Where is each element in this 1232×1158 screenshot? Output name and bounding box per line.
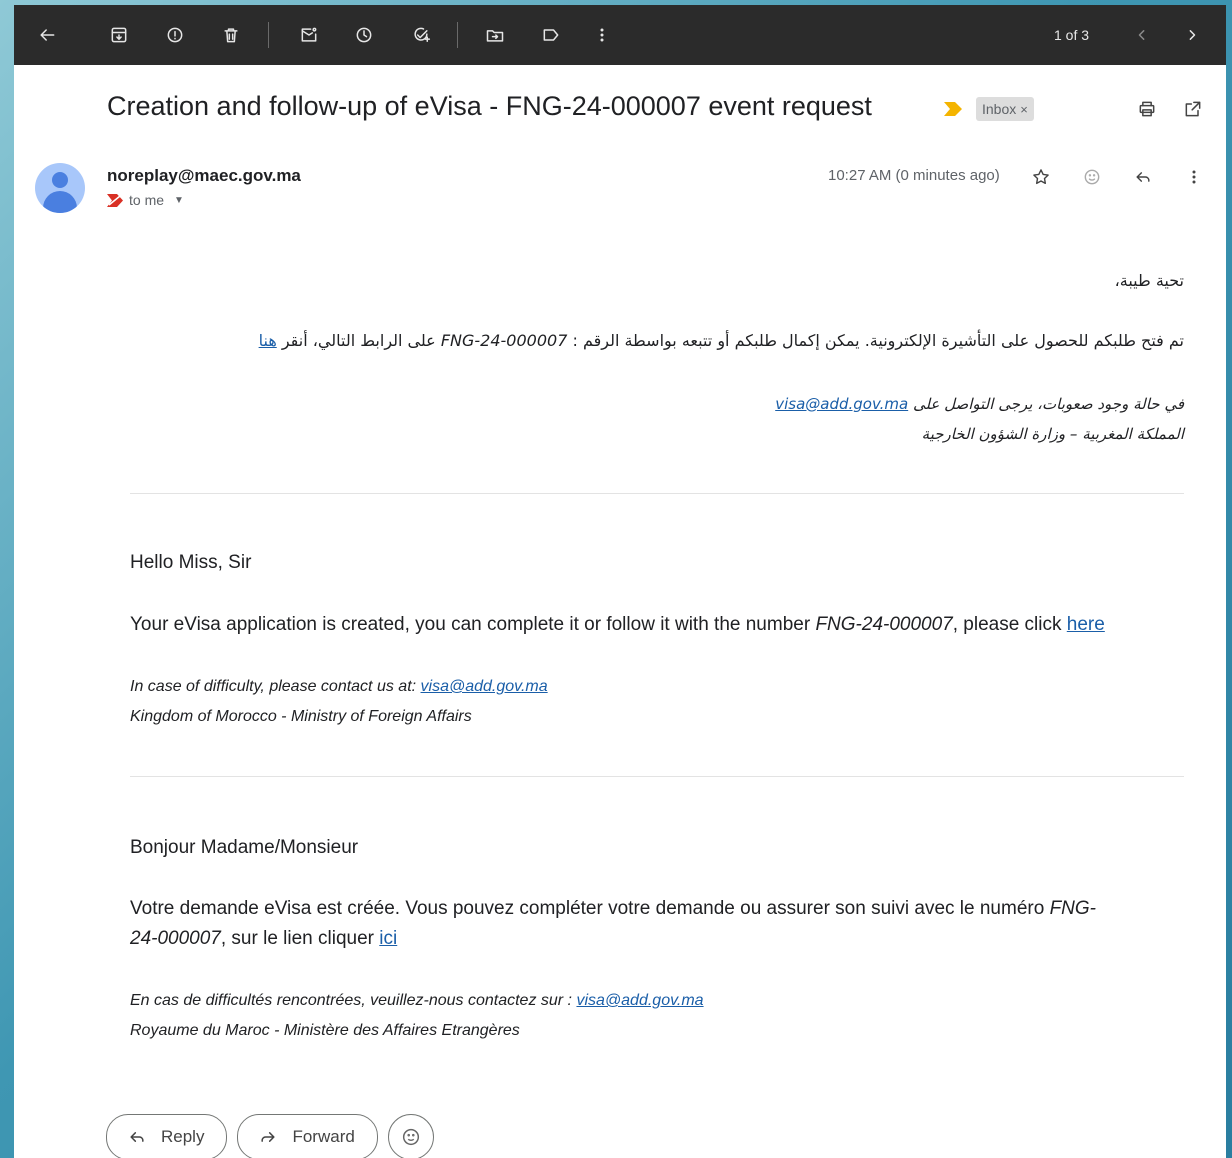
english-body: Your eVisa application is created, you c…: [130, 614, 1105, 636]
reply-icon: [130, 1132, 144, 1142]
reply-button[interactable]: Reply: [106, 1114, 228, 1158]
french-here-link[interactable]: ici: [379, 928, 397, 949]
application-number: FNG-24-000007: [440, 331, 568, 350]
forward-button-label: Forward: [292, 1127, 355, 1146]
arabic-body-text: على الرابط التالي، أنقر: [276, 331, 441, 350]
move-to-icon[interactable]: [475, 5, 515, 65]
more-vert-icon[interactable]: [582, 5, 622, 65]
contact-email-link[interactable]: visa@add.gov.ma: [421, 678, 548, 695]
application-number: FNG-24-000007: [815, 614, 953, 635]
french-body-line1: Votre demande eVisa est créée. Vous pouv…: [130, 898, 1096, 920]
open-new-window-icon[interactable]: [1180, 96, 1206, 122]
english-signature: Kingdom of Morocco - Ministry of Foreign…: [130, 708, 472, 725]
application-number: 24-000007: [130, 928, 221, 949]
forward-icon: [261, 1132, 276, 1142]
english-here-link[interactable]: here: [1067, 614, 1105, 635]
contact-email-link[interactable]: visa@add.gov.ma: [775, 395, 908, 413]
arabic-contact-text: في حالة وجود صعوبات، يرجى التواصل على: [908, 395, 1184, 413]
toolbar-divider: [268, 22, 269, 48]
arabic-greeting: تحية طيبة،: [1114, 271, 1184, 290]
reply-icon[interactable]: [1129, 163, 1157, 191]
emoji-reaction-icon[interactable]: [1078, 163, 1106, 191]
email-subject: Creation and follow-up of eVisa - FNG-24…: [107, 91, 872, 121]
avatar[interactable]: [35, 163, 85, 213]
emoji-icon: [402, 1128, 419, 1146]
delete-icon[interactable]: [211, 5, 251, 65]
french-body-line2: 24-000007, sur le lien cliquer ici: [130, 928, 397, 950]
contact-email-link[interactable]: visa@add.gov.ma: [576, 992, 703, 1009]
section-divider: [130, 493, 1184, 494]
reply-button-label: Reply: [161, 1127, 205, 1146]
english-body-text: Your eVisa application is created, you c…: [130, 614, 816, 635]
arabic-signature: المملكة المغربية – وزارة الشؤون الخارجية: [921, 425, 1184, 443]
prev-chevron-icon[interactable]: [1122, 5, 1162, 65]
chevron-down-icon[interactable]: ▼: [174, 195, 184, 206]
arabic-here-link[interactable]: هنا: [259, 331, 277, 350]
arabic-body: تم فتح طلبكم للحصول على التأشيرة الإلكتر…: [259, 331, 1184, 350]
french-body-text: Votre demande eVisa est créée. Vous pouv…: [130, 898, 1050, 919]
more-vert-icon[interactable]: [1180, 163, 1208, 191]
pager-count: 1 of 3: [1054, 27, 1090, 43]
back-arrow-icon[interactable]: [27, 5, 67, 65]
archive-icon[interactable]: [99, 5, 139, 65]
report-spam-icon[interactable]: [155, 5, 195, 65]
french-contact-text: En cas de difficultés rencontrées, veuil…: [130, 992, 577, 1009]
inbox-label-chip[interactable]: Inbox ×: [976, 97, 1034, 121]
mark-unread-icon[interactable]: [289, 5, 329, 65]
star-icon[interactable]: [1027, 163, 1055, 191]
print-icon[interactable]: [1134, 96, 1160, 122]
arabic-body-text: تم فتح طلبكم للحصول على التأشيرة الإلكتر…: [567, 331, 1184, 350]
application-number: FNG-: [1049, 898, 1096, 919]
message-toolbar: 1 of 3: [14, 5, 1226, 65]
add-task-icon[interactable]: [401, 5, 441, 65]
arabic-contact: في حالة وجود صعوبات، يرجى التواصل على vi…: [775, 395, 1184, 413]
toolbar-divider: [457, 22, 458, 48]
french-contact: En cas de difficultés rencontrées, veuil…: [130, 992, 704, 1010]
sender-email[interactable]: noreplay@maec.gov.ma: [107, 166, 301, 186]
label-chip-text: Inbox: [982, 101, 1017, 117]
email-window: 1 of 3 Creation and follow-up of eVisa -…: [14, 5, 1226, 1158]
recipient-row[interactable]: to me ▼: [107, 192, 184, 208]
message-actions: Reply Forward: [106, 1114, 434, 1158]
english-body-text: , please click: [952, 614, 1067, 635]
english-contact-text: In case of difficulty, please contact us…: [130, 678, 421, 695]
importance-marker-icon: [107, 193, 123, 207]
snooze-icon[interactable]: [344, 5, 384, 65]
english-greeting: Hello Miss, Sir: [130, 552, 252, 573]
forward-button[interactable]: Forward: [237, 1114, 378, 1158]
label-icon[interactable]: [531, 5, 571, 65]
recipient-text: to me: [129, 192, 165, 208]
next-chevron-icon[interactable]: [1172, 5, 1212, 65]
french-body-text: , sur le lien cliquer: [220, 928, 380, 949]
french-greeting: Bonjour Madame/Monsieur: [130, 837, 359, 858]
message-timestamp: 10:27 AM (0 minutes ago): [828, 167, 1000, 184]
french-signature: Royaume du Maroc - Ministère des Affaire…: [130, 1022, 520, 1039]
english-contact: In case of difficulty, please contact us…: [130, 678, 548, 696]
section-divider: [130, 776, 1184, 777]
emoji-reaction-button[interactable]: [387, 1114, 434, 1158]
importance-marker-icon[interactable]: [944, 102, 962, 116]
remove-label-icon[interactable]: ×: [1020, 102, 1028, 117]
